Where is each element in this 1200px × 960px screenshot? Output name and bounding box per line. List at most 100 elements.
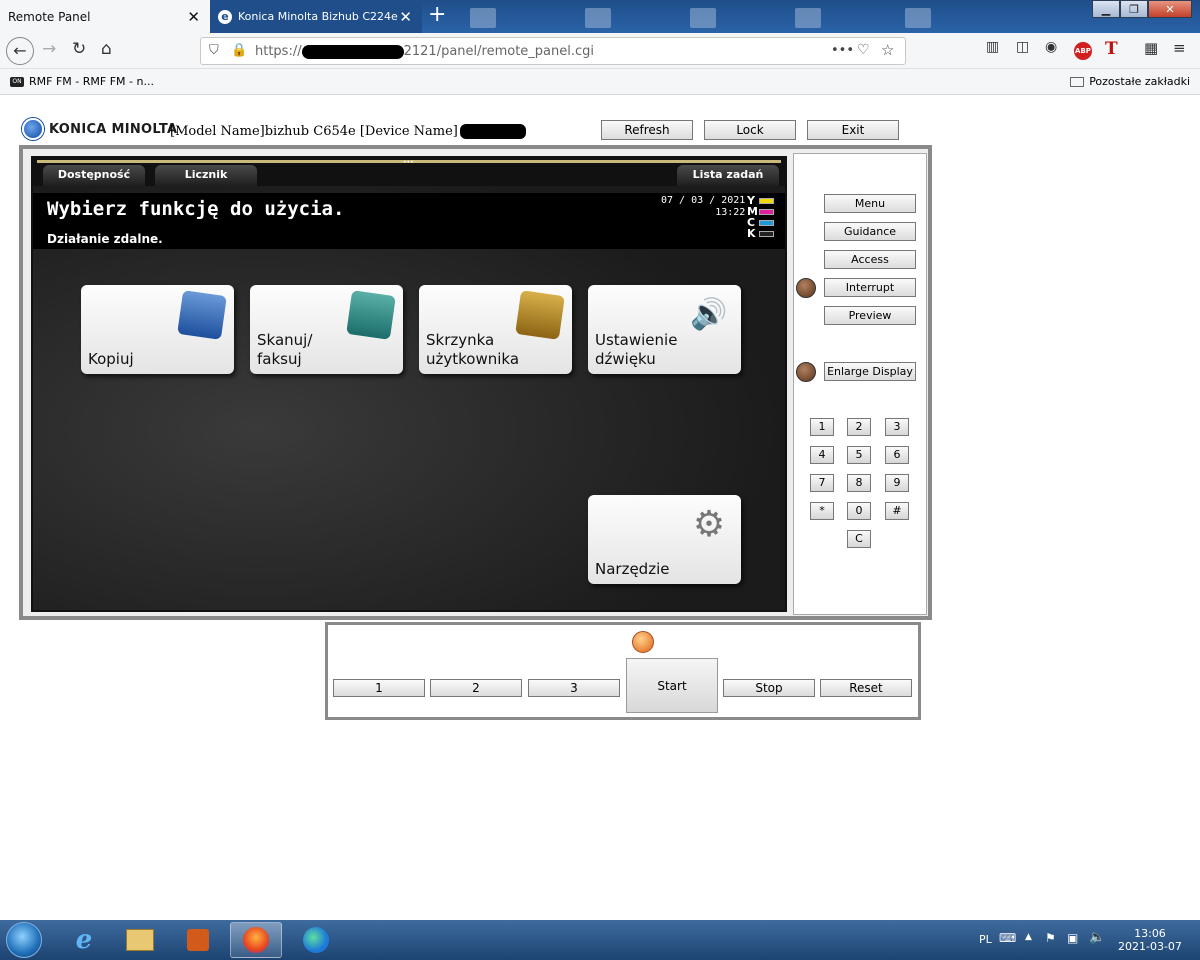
sound-label-line1: Ustawienie	[595, 331, 678, 349]
speaker-icon: 🔊	[690, 297, 728, 332]
windows-start-icon[interactable]	[6, 922, 42, 958]
box-label: Skrzynka użytkownika	[426, 331, 519, 369]
home-icon[interactable]: ⌂	[101, 39, 112, 59]
key-6[interactable]: 6	[885, 446, 909, 464]
sidebar-icon[interactable]: ◫	[1016, 39, 1029, 55]
key-1[interactable]: 1	[810, 418, 834, 436]
rmf-icon: ON	[10, 76, 24, 87]
extensions-icon[interactable]: ▦	[1144, 39, 1158, 57]
key-5[interactable]: 5	[847, 446, 871, 464]
translate-icon[interactable]: T	[1105, 39, 1118, 59]
redacted-device-name	[459, 124, 526, 139]
explorer-icon[interactable]	[114, 922, 166, 958]
scroll-dots-icon: •••	[403, 159, 414, 166]
scan-label-line1: Skanuj/	[257, 331, 313, 349]
windows-taskbar: e PL ⌨ ▲ ⚑ ▣ 🔈 13:06 2021-03-07	[0, 920, 1200, 960]
other-bookmarks[interactable]: Pozostałe zakładki	[1070, 75, 1190, 88]
stop-button[interactable]: Stop	[723, 679, 815, 697]
utility-button[interactable]: ⚙ Narzędzie	[588, 495, 741, 584]
forward-icon[interactable]: →	[42, 39, 56, 59]
bookmark-item[interactable]: ON RMF FM - RMF FM - n...	[10, 75, 154, 88]
lock-button[interactable]: Lock	[704, 120, 796, 140]
keyboard-icon[interactable]: ⌨	[999, 931, 1016, 945]
interrupt-led	[796, 278, 816, 298]
pocket-icon[interactable]: ♡	[857, 42, 870, 58]
url-bar[interactable]: ⛉ 🔒 https://2121/panel/remote_panel.cgi …	[200, 37, 906, 65]
key-8[interactable]: 8	[847, 474, 871, 492]
register-key-2[interactable]: 2	[430, 679, 522, 697]
firefox-icon[interactable]	[230, 922, 282, 958]
network-icon[interactable]: ▣	[1067, 931, 1078, 945]
toner-bar	[759, 230, 774, 237]
media-player-icon[interactable]	[172, 922, 224, 958]
sound-settings-button[interactable]: 🔊 Ustawienie dźwięku	[588, 285, 741, 374]
toner-label: K	[747, 227, 756, 240]
refresh-button[interactable]: Refresh	[601, 120, 693, 140]
copy-label-line1: Kopiuj	[88, 350, 134, 368]
action-center-flag-icon[interactable]: ⚑	[1045, 931, 1056, 945]
account-icon[interactable]: ◉	[1045, 39, 1057, 55]
hamburger-menu-icon[interactable]: ≡	[1173, 39, 1186, 57]
tab-remote-panel[interactable]: Remote Panel ✕	[0, 0, 210, 33]
key-hash[interactable]: #	[885, 502, 909, 520]
tab-counter[interactable]: Licznik	[155, 165, 257, 186]
close-tab-icon[interactable]: ✕	[399, 8, 412, 26]
close-window-icon[interactable]: ✕	[1148, 0, 1192, 18]
key-2[interactable]: 2	[847, 418, 871, 436]
reload-icon[interactable]: ↻	[72, 39, 86, 59]
user-box-button[interactable]: Skrzynka użytkownika	[419, 285, 572, 374]
key-star[interactable]: *	[810, 502, 834, 520]
new-tab-icon[interactable]: +	[428, 2, 446, 27]
start-button[interactable]: Start	[626, 658, 718, 713]
preview-button[interactable]: Preview	[824, 306, 916, 325]
internet-explorer-icon[interactable]: e	[58, 922, 110, 958]
more-icon[interactable]: •••	[831, 43, 854, 58]
scan-label: Skanuj/faksuj	[257, 331, 312, 369]
close-tab-icon[interactable]: ✕	[187, 8, 200, 26]
exit-button[interactable]: Exit	[807, 120, 899, 140]
register-key-1[interactable]: 1	[333, 679, 425, 697]
tray-expand-icon[interactable]: ▲	[1025, 932, 1032, 942]
reset-button[interactable]: Reset	[820, 679, 912, 697]
minimize-icon[interactable]: ▁	[1092, 0, 1120, 18]
key-4[interactable]: 4	[810, 446, 834, 464]
library-icon[interactable]: ▥	[986, 39, 999, 55]
url-prefix: https://	[255, 44, 302, 59]
other-bookmarks-label: Pozostałe zakładki	[1089, 75, 1190, 88]
adblock-icon[interactable]: ABP	[1074, 42, 1092, 60]
browser-nav-bar: ← → ↻ ⌂ ⛉ 🔒 https:// 2121/panel/remote_pa…	[0, 33, 1200, 69]
key-7[interactable]: 7	[810, 474, 834, 492]
copy-button[interactable]: Kopiuj	[81, 285, 234, 374]
key-clear[interactable]: C	[847, 530, 871, 548]
toner-levels: Y M C K	[747, 194, 774, 240]
edge-icon: e	[218, 9, 232, 24]
edge-icon[interactable]	[290, 922, 342, 958]
register-key-3[interactable]: 3	[528, 679, 620, 697]
bookmark-label: RMF FM - RMF FM - n...	[29, 75, 154, 88]
key-0[interactable]: 0	[847, 502, 871, 520]
tab-job-list[interactable]: Lista zadań	[677, 165, 779, 186]
clock-time: 13:06	[1134, 927, 1166, 940]
tab-accessibility[interactable]: Dostępność	[43, 165, 145, 186]
start-led	[632, 631, 654, 653]
toner-bar	[759, 197, 774, 204]
key-3[interactable]: 3	[885, 418, 909, 436]
box-label-line2: użytkownika	[426, 350, 520, 368]
bottom-control-panel: 1 2 3 Start Stop Reset	[325, 622, 921, 720]
volume-icon[interactable]: 🔈	[1089, 930, 1105, 945]
bookmark-star-icon[interactable]: ☆	[881, 41, 894, 59]
guidance-button[interactable]: Guidance	[824, 222, 916, 241]
tab-konica[interactable]: e Konica Minolta Bizhub C224e - ✕	[210, 0, 422, 33]
interrupt-button[interactable]: Interrupt	[824, 278, 916, 297]
lock-warning-icon[interactable]: 🔒	[231, 43, 247, 58]
enlarge-display-button[interactable]: Enlarge Display	[824, 362, 916, 381]
menu-button[interactable]: Menu	[824, 194, 916, 213]
language-indicator[interactable]: PL	[979, 933, 992, 946]
key-9[interactable]: 9	[885, 474, 909, 492]
restore-icon[interactable]: ❐	[1120, 0, 1148, 18]
system-clock[interactable]: 13:06 2021-03-07	[1118, 927, 1182, 953]
access-button[interactable]: Access	[824, 250, 916, 269]
back-icon[interactable]: ←	[6, 37, 34, 65]
scan-fax-button[interactable]: Skanuj/faksuj	[250, 285, 403, 374]
date: 07 / 03 / 2021	[661, 195, 746, 206]
